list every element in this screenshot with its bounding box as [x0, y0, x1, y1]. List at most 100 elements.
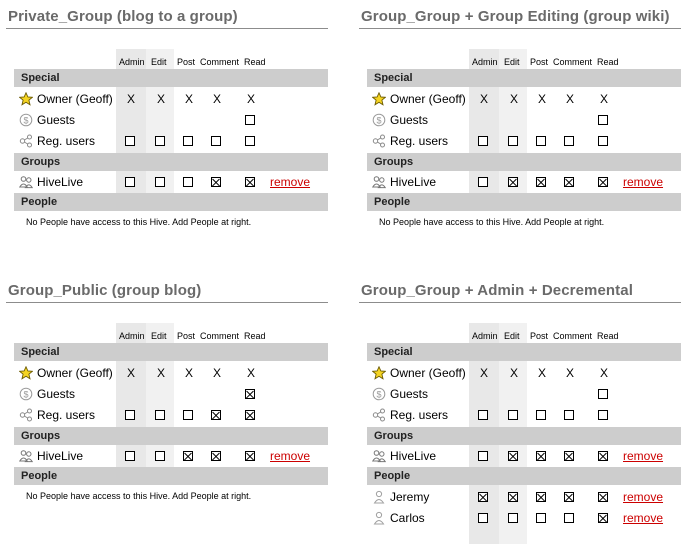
checkbox[interactable] — [564, 513, 574, 523]
no-people-message: No People have access to this Hive. Add … — [379, 217, 605, 227]
remove-link[interactable]: remove — [623, 449, 663, 463]
checkbox[interactable] — [508, 513, 518, 523]
checkbox[interactable] — [478, 136, 488, 146]
permission-cell-post — [527, 487, 557, 508]
checkbox[interactable] — [564, 410, 574, 420]
permission-cell-edit — [146, 172, 176, 193]
permission-cell-read — [236, 110, 266, 131]
permission-cell-edit — [499, 446, 529, 467]
checkbox[interactable] — [536, 410, 546, 420]
permission-row: Owner (Geoff) X X X X X — [14, 89, 328, 110]
checkbox[interactable] — [155, 410, 165, 420]
checkbox[interactable] — [478, 451, 488, 461]
checked-checkbox[interactable] — [564, 177, 574, 187]
checked-checkbox[interactable] — [478, 492, 488, 502]
permission-cell-edit: X — [499, 363, 529, 384]
section-special: Special — [367, 69, 681, 87]
checkbox[interactable] — [125, 451, 135, 461]
checkbox[interactable] — [598, 136, 608, 146]
checkbox[interactable] — [183, 410, 193, 420]
permission-cell-admin — [469, 131, 499, 152]
permission-cell-read: X — [236, 89, 266, 110]
checked-checkbox[interactable] — [211, 410, 221, 420]
checked-checkbox[interactable] — [211, 451, 221, 461]
checkbox[interactable] — [155, 177, 165, 187]
permission-cell-read — [589, 446, 619, 467]
checked-checkbox[interactable] — [598, 492, 608, 502]
checkbox[interactable] — [478, 513, 488, 523]
checkbox[interactable] — [598, 389, 608, 399]
network-icon — [19, 408, 33, 422]
row-label: HiveLive — [37, 175, 84, 189]
checked-checkbox[interactable] — [536, 492, 546, 502]
checkbox[interactable] — [536, 513, 546, 523]
checkbox[interactable] — [478, 177, 488, 187]
checkbox[interactable] — [211, 136, 221, 146]
permission-row: Owner (Geoff) X X X X X — [367, 89, 681, 110]
guest-icon: $ — [372, 113, 386, 127]
remove-link[interactable]: remove — [270, 449, 310, 463]
checkbox[interactable] — [478, 410, 488, 420]
checked-checkbox[interactable] — [508, 492, 518, 502]
checked-checkbox[interactable] — [508, 451, 518, 461]
remove-link[interactable]: remove — [623, 490, 663, 504]
section-people-label: People — [21, 196, 58, 208]
checkbox[interactable] — [125, 177, 135, 187]
checked-checkbox[interactable] — [536, 451, 546, 461]
column-header-edit: Edit — [151, 331, 167, 341]
checkbox[interactable] — [564, 136, 574, 146]
permission-cell-comment — [555, 487, 585, 508]
checked-checkbox[interactable] — [245, 389, 255, 399]
checked-checkbox[interactable] — [245, 451, 255, 461]
checkbox[interactable] — [245, 136, 255, 146]
section-special: Special — [14, 69, 328, 87]
checked-checkbox[interactable] — [508, 177, 518, 187]
section-special-label: Special — [21, 346, 60, 358]
checkbox[interactable] — [155, 451, 165, 461]
checkbox[interactable] — [183, 136, 193, 146]
checked-checkbox[interactable] — [598, 451, 608, 461]
checkbox[interactable] — [155, 136, 165, 146]
checkbox[interactable] — [125, 410, 135, 420]
checked-checkbox[interactable] — [598, 513, 608, 523]
permission-cell-edit: X — [146, 89, 176, 110]
permission-cell-comment — [555, 405, 585, 426]
star-icon — [371, 91, 387, 106]
permission-cell-admin — [469, 446, 499, 467]
remove-link[interactable]: remove — [623, 511, 663, 525]
row-label: HiveLive — [390, 449, 437, 463]
checkbox[interactable] — [245, 115, 255, 125]
remove-link[interactable]: remove — [623, 175, 663, 189]
checked-checkbox[interactable] — [598, 177, 608, 187]
checked-checkbox[interactable] — [564, 451, 574, 461]
checkbox[interactable] — [598, 115, 608, 125]
checked-checkbox[interactable] — [245, 177, 255, 187]
checked-checkbox[interactable] — [183, 451, 193, 461]
checkbox[interactable] — [125, 136, 135, 146]
permission-cell-admin — [116, 446, 146, 467]
checked-checkbox[interactable] — [245, 410, 255, 420]
panel-title-text: Group_Public (group blog) — [8, 282, 202, 299]
remove-link[interactable]: remove — [270, 175, 310, 189]
permission-cell-edit — [499, 405, 529, 426]
checkbox[interactable] — [508, 136, 518, 146]
permission-cell-edit — [146, 110, 176, 131]
svg-text:$: $ — [376, 389, 381, 399]
checkbox[interactable] — [598, 410, 608, 420]
checkbox[interactable] — [183, 177, 193, 187]
checked-checkbox[interactable] — [564, 492, 574, 502]
checkbox[interactable] — [536, 136, 546, 146]
checked-checkbox[interactable] — [211, 177, 221, 187]
checkbox[interactable] — [508, 410, 518, 420]
permission-cell-comment — [202, 405, 232, 426]
column-header-edit: Edit — [504, 331, 520, 341]
permission-row: Reg. users — [367, 405, 681, 426]
column-header-admin: Admin — [119, 331, 145, 341]
permission-cell-edit — [499, 110, 529, 131]
permission-cell-comment — [202, 131, 232, 152]
section-groups-label: Groups — [374, 430, 414, 442]
section-groups: Groups — [367, 153, 681, 171]
permission-row: Jeremy remove — [367, 487, 681, 508]
permission-row: Owner (Geoff) X X X X X — [367, 363, 681, 384]
checked-checkbox[interactable] — [536, 177, 546, 187]
